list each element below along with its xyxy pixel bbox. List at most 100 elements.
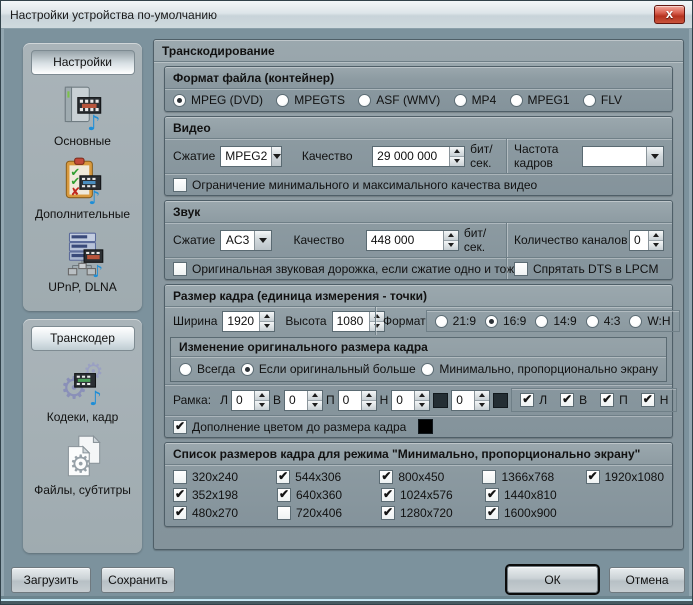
size-checkbox-1366x768[interactable]: 1366x768 [482,470,585,484]
settings-dialog: Настройки устройства по-умолчанию x Наст… [0,0,693,605]
spin-down-button[interactable] [362,400,376,410]
padding-color-checkbox[interactable]: Дополнение цветом до размера кадра [173,420,406,434]
radio-mpeg1[interactable]: MPEG1 [510,93,570,107]
sidebar-item-basic[interactable]: ♪ Основные [23,83,142,148]
padding-color-swatch[interactable] [418,419,433,434]
border-top-spinner[interactable]: 0 [284,390,323,411]
spin-up-button[interactable] [260,312,274,321]
radio-resize-if-larger[interactable]: Если оригинальный больше [241,362,416,376]
ok-button[interactable]: ОК [507,566,598,593]
video-limit-checkbox[interactable]: Ограничение минимального и максимального… [173,178,537,192]
radio-flv[interactable]: FLV [583,93,622,107]
dropdown-button[interactable] [646,147,663,166]
channels-value[interactable]: 0 [630,231,648,250]
files-gear-icon: ⚙ [23,432,142,482]
size-checkbox-480x270[interactable]: 480x270 [173,506,277,520]
spin-down-button[interactable] [444,240,458,250]
border-side-bottom-checkbox[interactable]: Н [641,393,669,407]
sidebar-item-upnp-dlna[interactable]: ♪ UPnP, DLNA [23,229,142,294]
video-quality-value[interactable]: 29 000 000 [373,147,449,166]
border-left-value[interactable]: 0 [232,391,254,410]
size-checkbox-320x240[interactable]: 320x240 [173,470,276,484]
size-checkbox-800x450[interactable]: 800x450 [379,470,482,484]
radio-aspect-21-9[interactable]: 21:9 [435,314,476,328]
radio-mpeg-dvd[interactable]: MPEG (DVD) [173,93,263,107]
border-bottom-value[interactable]: 0 [392,391,414,410]
border-color-swatch-2[interactable] [493,393,508,408]
border-side-top-checkbox[interactable]: В [560,393,587,407]
border-right-value[interactable]: 0 [339,391,361,410]
border-label: Рамка: [173,393,211,407]
border-extra-value[interactable]: 0 [452,391,474,410]
cancel-button[interactable]: Отмена [609,567,685,593]
close-button[interactable]: x [654,5,685,24]
audio-quality-spinner[interactable]: 448 000 [366,230,459,251]
checkbox-label: 1366x768 [501,470,554,484]
spin-up-button[interactable] [415,391,429,400]
spin-up-button[interactable] [444,231,458,240]
size-checkbox-1920x1080[interactable]: 1920x1080 [586,470,664,484]
border-extra-spinner[interactable]: 0 [451,390,490,411]
video-compression-value: MPEG2 [221,147,271,166]
size-checkbox-1280x720[interactable]: 1280x720 [381,506,485,520]
video-compression-select[interactable]: MPEG2 [220,146,282,167]
border-side-right-checkbox[interactable]: П [600,393,628,407]
spin-down-button[interactable] [450,156,464,166]
radio-aspect-14-9[interactable]: 14:9 [535,314,576,328]
height-value[interactable]: 1080 [333,312,369,331]
size-checkbox-352x198[interactable]: 352x198 [173,488,277,502]
radio-mp4[interactable]: MP4 [454,93,497,107]
spin-up-button[interactable] [255,391,269,400]
border-bottom-spinner[interactable]: 0 [391,390,430,411]
spin-down-button[interactable] [260,321,274,331]
border-color-swatch[interactable] [433,393,448,408]
size-checkbox-1024x576[interactable]: 1024x576 [381,488,485,502]
size-checkbox-1600x900[interactable]: 1600x900 [485,506,589,520]
size-checkbox-640x360[interactable]: 640x360 [277,488,381,502]
spin-up-button[interactable] [362,391,376,400]
framerate-select[interactable] [582,146,664,167]
spin-down-button[interactable] [308,400,322,410]
size-checkbox-720x406[interactable]: 720x406 [277,506,381,520]
radio-aspect-wh[interactable]: W:H [629,314,670,328]
dropdown-button[interactable] [254,231,271,250]
radio-mpegts[interactable]: MPEGTS [276,93,345,107]
audio-compression-select[interactable]: AC3 [220,230,272,251]
spin-down-button[interactable] [649,240,663,250]
border-side-left-checkbox[interactable]: Л [520,393,547,407]
spin-down-button[interactable] [415,400,429,410]
hide-dts-checkbox[interactable]: Спрятать DTS в LPCM [514,262,658,276]
spin-down-button[interactable] [475,400,489,410]
radio-resize-always[interactable]: Всегда [179,362,235,376]
original-audio-checkbox[interactable]: Оригинальная звуковая дорожка, если сжат… [173,262,521,276]
width-spinner[interactable]: 1920 [222,311,275,332]
audio-quality-value[interactable]: 448 000 [367,231,443,250]
arrow-down-icon [454,159,460,163]
size-checkbox-544x306[interactable]: 544x306 [276,470,379,484]
border-top-value[interactable]: 0 [285,391,307,410]
channels-spinner[interactable]: 0 [629,230,664,251]
spin-up-button[interactable] [649,231,663,240]
radio-aspect-4-3[interactable]: 4:3 [586,314,621,328]
load-button[interactable]: Загрузить [11,567,91,593]
size-checkbox-1440x810[interactable]: 1440x810 [485,488,589,502]
radio-resize-minimal[interactable]: Минимально, пропорционально экрану [421,362,658,376]
save-button[interactable]: Сохранить [101,567,175,593]
border-left-spinner[interactable]: 0 [231,390,270,411]
sidebar-item-files-subtitles[interactable]: ⚙ Файлы, субтитры [23,432,142,497]
spin-down-button[interactable] [255,400,269,410]
sidebar-item-codecs-frame[interactable]: ⚙ ⚙ ♪ Кодеки, кадр [23,359,142,424]
spin-up-button[interactable] [308,391,322,400]
dropdown-button[interactable] [271,147,281,166]
sidebar-item-advanced[interactable]: ✔ ✔ ✘ ♪ Дополнительные [23,156,142,221]
border-right-spinner[interactable]: 0 [338,390,377,411]
tab-settings[interactable]: Настройки [31,50,135,75]
video-quality-spinner[interactable]: 29 000 000 [372,146,465,167]
checkbox-label: 1024x576 [400,488,453,502]
radio-asf-wmv[interactable]: ASF (WMV) [358,93,440,107]
spin-up-button[interactable] [450,147,464,156]
width-value[interactable]: 1920 [223,312,259,331]
radio-aspect-16-9[interactable]: 16:9 [485,314,526,328]
spin-up-button[interactable] [475,391,489,400]
tab-transcoder[interactable]: Транскодер [31,326,135,351]
